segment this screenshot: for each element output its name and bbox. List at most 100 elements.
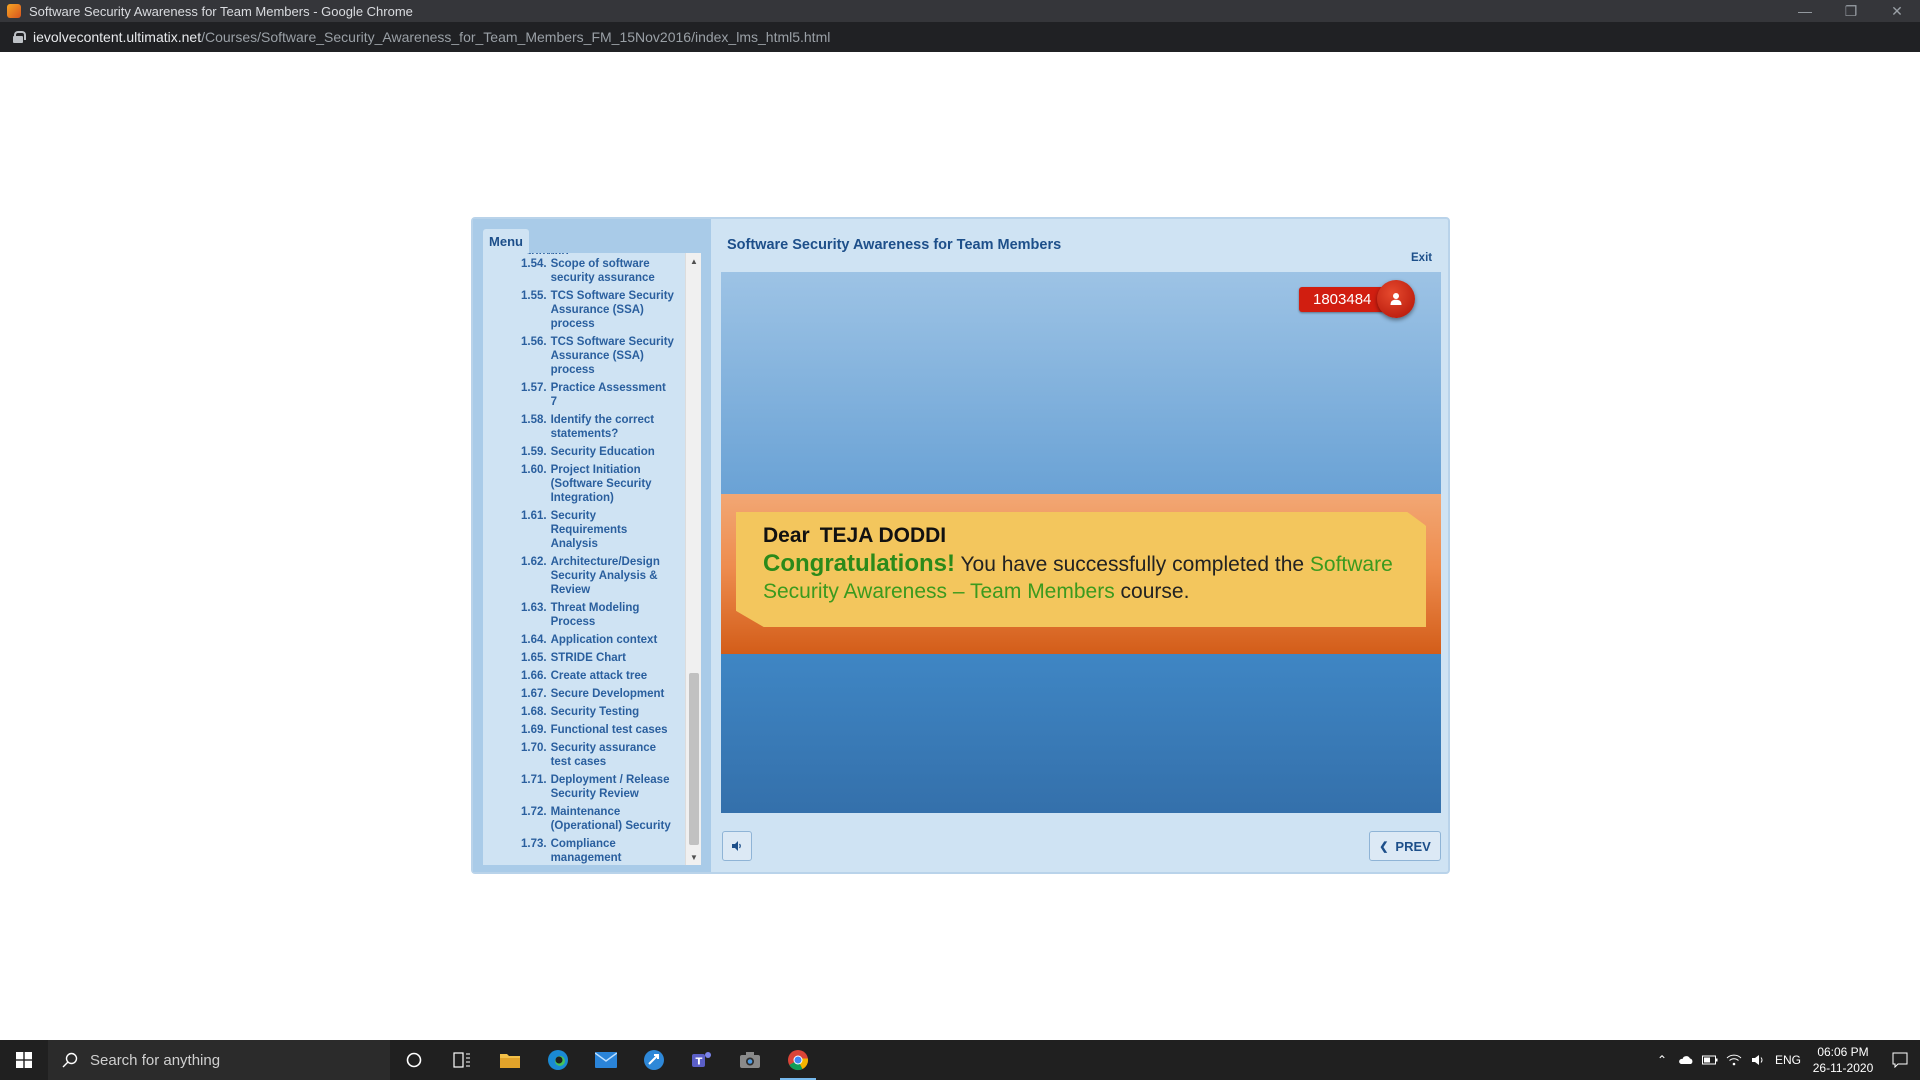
menu-item-number: 1.55. — [521, 290, 547, 302]
wifi-icon[interactable] — [1722, 1040, 1746, 1080]
menu-item[interactable]: 1.67. Secure Development — [483, 686, 679, 702]
edge-browser-icon[interactable] — [534, 1040, 582, 1080]
menu-item-number: 1.61. — [521, 510, 547, 522]
menu-item[interactable]: 1.69. Functional test cases — [483, 722, 679, 738]
menu-item[interactable]: 1.59. Security Education — [483, 444, 679, 460]
chevron-up-icon[interactable]: ⌃ — [1650, 1040, 1674, 1080]
menu-tab[interactable]: Menu — [483, 229, 529, 253]
menu-item[interactable]: 1.63. Threat Modeling Process — [483, 600, 679, 630]
menu-item-number: 1.71. — [521, 774, 547, 786]
menu-item[interactable]: 1.65. STRIDE Chart — [483, 650, 679, 666]
completion-text: Congratulations! You have successfully c… — [763, 550, 1413, 605]
scroll-thumb[interactable] — [689, 673, 699, 845]
scroll-up-arrow-icon[interactable]: ▲ — [686, 253, 701, 269]
congratulations-text: Congratulations! — [763, 550, 955, 577]
user-badge: 1803484 — [1299, 280, 1416, 318]
url-host[interactable]: ievolvecontent.ultimatix.net — [33, 29, 201, 45]
menu-list: software 1.54.Scope of software security … — [483, 253, 679, 865]
menu-item[interactable]: 1.61. Security Requirements Analysis — [483, 508, 679, 552]
camera-icon[interactable] — [726, 1040, 774, 1080]
network-app-icon[interactable] — [630, 1040, 678, 1080]
system-tray: ⌃ ENG 06:06 PM 26-11-2020 — [1650, 1040, 1920, 1080]
learner-name: TEJA DODDI — [819, 524, 947, 547]
cortana-icon[interactable] — [390, 1040, 438, 1080]
completion-message-card: Dear TEJA DODDI Congratulations! You have… — [736, 512, 1426, 627]
menu-item-number: 1.60. — [521, 464, 547, 476]
url-path[interactable]: /Courses/Software_Security_Awareness_for… — [201, 29, 830, 45]
scroll-down-arrow-icon[interactable]: ▼ — [686, 849, 701, 865]
menu-item-label: STRIDE Chart — [550, 652, 626, 664]
clock-time: 06:06 PM — [1817, 1045, 1869, 1059]
file-explorer-icon[interactable] — [486, 1040, 534, 1080]
menu-item-label: Compliance management — [550, 838, 622, 864]
menu-item[interactable]: 1.60. Project Initiation (Software Securi… — [483, 462, 679, 506]
menu-item[interactable]: 1.64. Application context — [483, 632, 679, 648]
taskbar-clock[interactable]: 06:06 PM 26-11-2020 — [1806, 1044, 1880, 1076]
input-language[interactable]: ENG — [1770, 1053, 1806, 1067]
menu-item-label: Application context — [550, 634, 658, 646]
menu-item-number: 1.69. — [521, 724, 547, 736]
windows-start-icon[interactable] — [0, 1040, 48, 1080]
windows-taskbar: Search for anything T ⌃ ENG 06:06 PM 26-… — [0, 1040, 1920, 1080]
menu-item-number: 1.56. — [521, 336, 547, 348]
taskbar-search-box[interactable]: Search for anything — [48, 1040, 390, 1080]
menu-item-label: Security assurance test cases — [550, 742, 657, 768]
menu-item[interactable]: 1.55. TCS Software Security Assurance (SS… — [483, 288, 679, 332]
menu-item-label: Identify the correct statements? — [550, 414, 655, 440]
prev-button-label: PREV — [1395, 838, 1431, 854]
search-placeholder: Search for anything — [90, 1051, 221, 1069]
menu-item[interactable]: 1.70. Security assurance test cases — [483, 740, 679, 770]
menu-item[interactable]: 1.57. Practice Assessment 7 — [483, 380, 679, 410]
menu-item-label: TCS Software Security Assurance (SSA) pr… — [550, 336, 674, 376]
menu-item[interactable]: software — [483, 253, 679, 254]
menu-item-label: Scope of software security assurance — [550, 258, 655, 284]
greeting: Dear TEJA DODDI — [763, 524, 946, 548]
menu-item-number: 1.54. — [521, 258, 547, 270]
menu-item-number: 1.63. — [521, 602, 547, 614]
menu-item-number: 1.66. — [521, 670, 547, 682]
menu-item[interactable]: 1.71. Deployment / Release Security Revie… — [483, 772, 679, 802]
address-bar[interactable]: ievolvecontent.ultimatix.net/Courses/Sof… — [0, 22, 1920, 52]
chrome-icon[interactable] — [774, 1040, 822, 1080]
menu-item[interactable]: 1.58. Identify the correct statements? — [483, 412, 679, 442]
menu-item-label: Architecture/Design Security Analysis & … — [550, 556, 660, 596]
menu-scrollbar[interactable]: ▲ ▼ — [685, 253, 701, 865]
menu-item[interactable]: 1.73. Compliance management — [483, 836, 679, 865]
lock-icon[interactable] — [13, 31, 26, 43]
completion-text-before: You have successfully completed the — [955, 553, 1310, 576]
menu-item[interactable]: 1.66. Create attack tree — [483, 668, 679, 684]
clock-date: 26-11-2020 — [1812, 1061, 1874, 1075]
exit-link[interactable]: Exit — [1411, 252, 1432, 264]
restore-icon[interactable]: ❐ — [1828, 0, 1874, 22]
greeting-dear: Dear — [763, 524, 810, 547]
menu-item-number: 1.58. — [521, 414, 547, 426]
volume-icon[interactable] — [1746, 1040, 1770, 1080]
teams-icon[interactable]: T — [678, 1040, 726, 1080]
menu-item[interactable]: 1.62. Architecture/Design Security Analys… — [483, 554, 679, 598]
minimize-icon[interactable]: — — [1782, 0, 1828, 22]
menu-item-label: Create attack tree — [550, 670, 648, 682]
mail-icon[interactable] — [582, 1040, 630, 1080]
completion-text-after: course. — [1114, 580, 1190, 603]
battery-icon[interactable] — [1698, 1040, 1722, 1080]
site-favicon-icon — [7, 4, 21, 18]
menu-item[interactable]: 1.56. TCS Software Security Assurance (SS… — [483, 334, 679, 378]
audio-toggle-button[interactable] — [722, 831, 752, 861]
menu-item-label: Security Education — [550, 446, 655, 458]
menu-panel: software 1.54.Scope of software security … — [483, 253, 701, 865]
menu-item[interactable]: 1.68. Security Testing — [483, 704, 679, 720]
close-icon[interactable]: ✕ — [1874, 0, 1920, 22]
menu-item[interactable]: 1.72. Maintenance (Operational) Security — [483, 804, 679, 834]
prev-button[interactable]: ❮ PREV — [1369, 831, 1441, 861]
svg-text:T: T — [696, 1057, 703, 1068]
onedrive-cloud-icon[interactable] — [1674, 1040, 1698, 1080]
menu-item-label: Security Requirements Analysis — [550, 510, 628, 550]
task-view-icon[interactable] — [438, 1040, 486, 1080]
menu-item[interactable]: 1.54. Scope of software security assuranc… — [483, 256, 679, 286]
course-sidebar: Menu software 1.54.Scope of software secu… — [473, 219, 711, 872]
notification-center-icon[interactable] — [1880, 1052, 1920, 1068]
menu-item-label: Threat Modeling Process — [550, 602, 640, 628]
menu-item-number: 1.73. — [521, 838, 547, 850]
content-stage: 1803484 Dear TEJA DODDI Congratulations! … — [721, 272, 1441, 813]
speaker-icon — [732, 841, 741, 851]
